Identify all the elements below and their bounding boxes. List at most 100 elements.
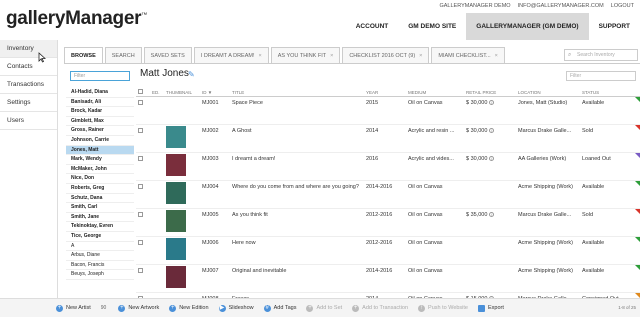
header-ed[interactable]: ED. <box>150 88 164 96</box>
cell-location: Acme Shipping (Work) <box>518 268 573 274</box>
artist-list-item[interactable]: Schutz, Dana <box>66 194 134 204</box>
close-icon[interactable]: × <box>259 53 262 59</box>
artist-list-item[interactable]: Smith, Carl <box>66 203 134 213</box>
info-icon[interactable]: i <box>489 156 495 162</box>
row-select[interactable] <box>136 209 150 236</box>
artist-list-item[interactable]: Bacon, Francis <box>66 261 134 271</box>
checkbox[interactable] <box>138 100 143 105</box>
tab-checklist-2016-oct[interactable]: CHECKLIST 2016 OCT (9) × <box>342 47 430 63</box>
checkbox[interactable] <box>138 184 143 189</box>
table-row[interactable]: MJ004 Where do you come from and where ar… <box>136 181 640 209</box>
artist-list-item[interactable]: Beuys, Joseph <box>66 270 134 280</box>
artist-list-item[interactable]: A <box>66 242 134 252</box>
table-row[interactable]: MJ007 Original and inevitable 2014-2016 Oil… <box>136 265 640 293</box>
edit-icon[interactable]: ✎ <box>188 70 195 79</box>
new-artwork-button[interactable]: + New Artwork <box>118 304 159 312</box>
artist-list-item[interactable]: Mark, Wendy <box>66 155 134 165</box>
nav-support[interactable]: SUPPORT <box>589 13 640 40</box>
checkbox[interactable] <box>138 240 143 245</box>
cell-location: Marcus Drake Galle... <box>518 212 572 218</box>
sidebar-item-settings[interactable]: Settings <box>0 94 57 112</box>
header-thumbnail[interactable]: THUMBNAIL <box>164 88 200 96</box>
sidebar-item-users[interactable]: Users <box>0 112 57 130</box>
artwork-thumbnail[interactable] <box>166 266 186 288</box>
table-row[interactable]: MJ001 Space Piece 2015 Oil on Canvas $ 30,00… <box>136 97 640 125</box>
cell-thumbnail <box>164 237 200 264</box>
artist-filter-input[interactable]: Filter <box>70 71 130 81</box>
tab-search[interactable]: SEARCH <box>104 47 142 63</box>
row-select[interactable] <box>136 153 150 180</box>
info-icon[interactable]: i <box>489 100 495 106</box>
artist-list-item[interactable]: Nice, Don <box>66 174 134 184</box>
header-status[interactable]: STATUS <box>580 88 640 96</box>
artist-list-item[interactable]: Jones, Matt <box>66 145 134 156</box>
checkbox[interactable] <box>138 89 143 94</box>
artwork-thumbnail[interactable] <box>166 154 186 176</box>
checkbox[interactable] <box>138 156 143 161</box>
artist-list-item[interactable]: Tekinoktay, Evren <box>66 222 134 232</box>
new-artist-button[interactable]: + New Artist <box>56 304 91 312</box>
checkbox[interactable] <box>138 268 143 273</box>
artist-list-item[interactable]: Smith, Jane <box>66 213 134 223</box>
tab-browse[interactable]: BROWSE <box>64 47 103 63</box>
inventory-search-input[interactable]: ⌕ Search Inventory <box>564 49 638 61</box>
close-icon[interactable]: × <box>495 53 498 59</box>
row-select[interactable] <box>136 97 150 124</box>
logout-link[interactable]: LOGOUT <box>611 3 634 9</box>
nav-gallerymanager[interactable]: GALLERYMANAGER (GM DEMO) <box>466 13 589 40</box>
nav-account[interactable]: ACCOUNT <box>346 13 399 40</box>
sidebar-item-transactions[interactable]: Transactions <box>0 76 57 94</box>
nav-gm-demo-site[interactable]: GM DEMO SITE <box>398 13 466 40</box>
table-row[interactable]: MJ003 I dreamt a dream! 2016 Acrylic and vi… <box>136 153 640 181</box>
tab-saved-sets[interactable]: SAVED SETS <box>143 47 192 63</box>
info-icon[interactable]: i <box>489 128 495 134</box>
sidebar-item-inventory[interactable]: Inventory <box>0 40 57 58</box>
tab-miami-checklist[interactable]: MIAMI CHECKLIST... × <box>431 47 505 63</box>
artist-list-item[interactable]: McMaker, John <box>66 165 134 175</box>
header-id[interactable]: ID ▼ <box>200 88 230 96</box>
artwork-thumbnail[interactable] <box>166 238 186 260</box>
header-retail-price[interactable]: RETAIL PRICE <box>464 88 516 96</box>
row-select[interactable] <box>136 125 150 152</box>
new-edition-button[interactable]: + New Edition <box>169 304 209 312</box>
row-select[interactable] <box>136 237 150 264</box>
header-medium[interactable]: MEDIUM <box>406 88 464 96</box>
email-link[interactable]: INFO@GALLERYMANAGER.COM <box>518 3 604 9</box>
close-icon[interactable]: × <box>330 53 333 59</box>
header-title[interactable]: TITLE <box>230 88 364 96</box>
table-row[interactable]: MJ006 Here now 2012-2016 Oil on Canvas Acme … <box>136 237 640 265</box>
row-select[interactable] <box>136 265 150 292</box>
artist-list-item[interactable]: Tice, George <box>66 232 134 242</box>
artist-list-item[interactable]: Gross, Rainer <box>66 126 134 136</box>
slideshow-button[interactable]: ▶ Slideshow <box>218 304 254 312</box>
artwork-thumbnail[interactable] <box>166 182 186 204</box>
close-icon[interactable]: × <box>419 53 422 59</box>
export-button[interactable]: Export <box>478 304 504 312</box>
artist-list-item[interactable]: Banisadr, Ali <box>66 98 134 108</box>
info-icon[interactable]: i <box>489 212 495 218</box>
checkbox[interactable] <box>138 212 143 217</box>
add-tags-button[interactable]: # Add Tags <box>263 304 296 312</box>
account-name-link[interactable]: GALLERYMANAGER DEMO <box>439 3 510 9</box>
table-row[interactable]: MJ005 As you think fit 2012-2016 Oil on Can… <box>136 209 640 237</box>
artwork-thumbnail[interactable] <box>166 210 186 232</box>
header-location[interactable]: LOCATION <box>516 88 580 96</box>
app-logo[interactable]: galleryManager™ <box>6 8 147 30</box>
cell-medium: Oil on Canvas <box>408 212 443 218</box>
artist-list-item[interactable]: Johnson, Carrie <box>66 136 134 146</box>
tab-i-dreamt-a-dream[interactable]: I DREAMT A DREAM! × <box>193 47 269 63</box>
artist-list-item[interactable]: Gimblett, Max <box>66 117 134 127</box>
sidebar-item-contacts[interactable]: Contacts <box>0 58 57 76</box>
checkbox[interactable] <box>138 128 143 133</box>
artist-list-item[interactable]: Al-Hadid, Diana <box>66 88 134 98</box>
header-select-all[interactable] <box>136 88 150 96</box>
table-row[interactable]: MJ002 A Ghost 2014 Acrylic and resin ... $ 3… <box>136 125 640 153</box>
artwork-thumbnail[interactable] <box>166 126 186 148</box>
artist-list-item[interactable]: Arbus, Diane <box>66 251 134 261</box>
header-year[interactable]: YEAR <box>364 88 406 96</box>
artist-list-item[interactable]: Brock, Kadar <box>66 107 134 117</box>
tab-as-you-think-fit[interactable]: AS YOU THINK FIT × <box>270 47 341 63</box>
artwork-filter-input[interactable]: Filter <box>566 71 636 81</box>
artist-list-item[interactable]: Roberts, Greg <box>66 184 134 194</box>
row-select[interactable] <box>136 181 150 208</box>
